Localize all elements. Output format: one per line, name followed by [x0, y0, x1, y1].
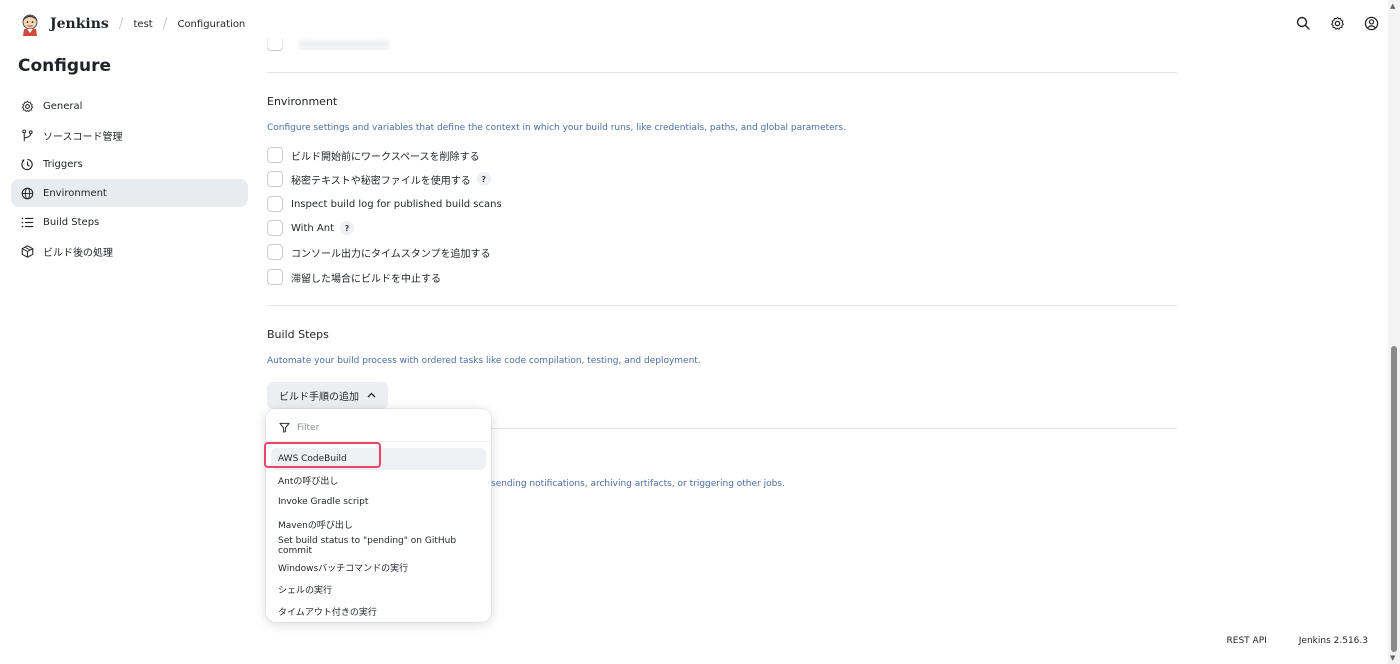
- search-icon[interactable]: [1294, 14, 1312, 32]
- menu-item-timeout[interactable]: タイムアウト付きの実行: [271, 601, 486, 623]
- rest-api-link[interactable]: REST API: [1227, 636, 1267, 646]
- filter-icon: [279, 422, 291, 434]
- option-row: 秘密テキストや秘密ファイルを使用する ?: [267, 171, 491, 187]
- checkbox-delete-workspace[interactable]: [267, 147, 283, 163]
- option-row: With Ant ?: [267, 220, 354, 236]
- section-divider: [267, 72, 1177, 73]
- page-title: Configure: [18, 56, 112, 76]
- option-label[interactable]: コンソール出力にタイムスタンプを追加する: [291, 245, 491, 260]
- help-icon[interactable]: ?: [476, 172, 491, 186]
- branch-icon: [20, 128, 34, 142]
- checkbox-with-ant[interactable]: [267, 220, 283, 236]
- menu-item-aws-codebuild[interactable]: AWS CodeBuild: [271, 448, 486, 470]
- option-row: コンソール出力にタイムスタンプを追加する: [267, 244, 491, 260]
- sidebar-item-post-build[interactable]: ビルド後の処理: [11, 237, 248, 265]
- breadcrumb-separator: /: [162, 16, 168, 32]
- sidebar-item-build-steps[interactable]: Build Steps: [11, 208, 248, 236]
- sidebar-item-environment[interactable]: Environment: [11, 179, 248, 207]
- option-row: 滞留した場合にビルドを中止する: [267, 269, 441, 285]
- option-label[interactable]: With Ant: [291, 223, 334, 234]
- jenkins-logo-icon[interactable]: [18, 12, 42, 36]
- menu-item-shell[interactable]: シェルの実行: [271, 579, 486, 601]
- scroll-thumb[interactable]: [1391, 346, 1397, 652]
- checkbox-abort-if-stuck[interactable]: [267, 269, 283, 285]
- breadcrumb-test[interactable]: test: [134, 19, 153, 30]
- scroll-down-icon[interactable]: ▼: [1390, 654, 1395, 662]
- option-row: ビルド開始前にワークスペースを削除する: [267, 147, 480, 163]
- environment-description: Configure settings and variables that de…: [267, 123, 846, 133]
- header-actions: [1294, 14, 1380, 32]
- post-build-description: sending notifications, archiving artifac…: [491, 479, 785, 489]
- user-account-icon[interactable]: [1362, 14, 1380, 32]
- build-steps-title: Build Steps: [267, 328, 329, 341]
- sidebar-item-label: Triggers: [43, 158, 83, 170]
- sidebar-item-label: ソースコード管理: [43, 131, 123, 143]
- option-row: Inspect build log for published build sc…: [267, 196, 502, 212]
- sidebar-item-general[interactable]: General: [11, 92, 248, 120]
- sidebar-item-label: ビルド後の処理: [43, 247, 113, 259]
- breadcrumb-configuration[interactable]: Configuration: [177, 19, 245, 30]
- option-label[interactable]: 滞留した場合にビルドを中止する: [291, 270, 441, 285]
- add-build-step-button[interactable]: ビルド手順の追加: [267, 382, 388, 409]
- help-icon[interactable]: ?: [339, 221, 354, 235]
- chevron-up-icon: [367, 391, 376, 401]
- menu-item-github-pending[interactable]: Set build status to "pending" on GitHub …: [271, 535, 486, 557]
- sidebar-item-triggers[interactable]: Triggers: [11, 150, 248, 178]
- gear-icon[interactable]: [1328, 14, 1346, 32]
- menu-item-maven[interactable]: Mavenの呼び出し: [271, 513, 486, 535]
- top-header: Jenkins / test / Configuration: [0, 0, 1388, 48]
- version-link[interactable]: Jenkins 2.516.3: [1299, 636, 1368, 646]
- checkbox-use-secrets[interactable]: [267, 171, 283, 187]
- breadcrumb-separator: /: [118, 16, 124, 32]
- option-label[interactable]: ビルド開始前にワークスペースを削除する: [291, 148, 480, 163]
- globe-icon: [20, 186, 34, 200]
- clock-icon: [20, 157, 34, 171]
- option-label[interactable]: Inspect build log for published build sc…: [291, 199, 502, 210]
- section-divider: [267, 305, 1177, 306]
- environment-title: Environment: [267, 95, 338, 108]
- menu-item-windows-batch[interactable]: Windowsバッチコマンドの実行: [271, 557, 486, 579]
- sidebar-item-scm[interactable]: ソースコード管理: [11, 121, 248, 149]
- build-steps-description: Automate your build process with ordered…: [267, 356, 701, 366]
- sidebar-item-label: Build Steps: [43, 216, 100, 228]
- package-icon: [20, 244, 34, 258]
- filter-placeholder: Filter: [297, 422, 320, 433]
- sidebar-item-label: General: [43, 100, 83, 112]
- sidebar-nav: General ソースコード管理 Triggers Environment Bu…: [11, 92, 248, 266]
- brand-name[interactable]: Jenkins: [50, 16, 109, 32]
- scrollbar[interactable]: ▲ ▼: [1388, 0, 1400, 664]
- option-label[interactable]: 秘密テキストや秘密ファイルを使用する: [291, 172, 471, 187]
- checkbox-add-timestamps[interactable]: [267, 244, 283, 260]
- checkbox-inspect-build-log[interactable]: [267, 196, 283, 212]
- filter-input[interactable]: Filter: [266, 414, 491, 442]
- list-icon: [20, 215, 34, 229]
- build-step-dropdown: Filter AWS CodeBuild Antの呼び出し Invoke Gra…: [266, 409, 491, 622]
- menu-item-gradle[interactable]: Invoke Gradle script: [271, 492, 486, 514]
- add-build-step-label: ビルド手順の追加: [279, 392, 359, 403]
- sidebar-item-label: Environment: [43, 187, 107, 199]
- header-fade-overlay: [250, 0, 520, 48]
- footer: REST API Jenkins 2.516.3: [1227, 636, 1368, 646]
- menu-item-ant[interactable]: Antの呼び出し: [271, 470, 486, 492]
- scroll-up-icon[interactable]: ▲: [1390, 2, 1395, 10]
- gear-icon: [20, 99, 34, 113]
